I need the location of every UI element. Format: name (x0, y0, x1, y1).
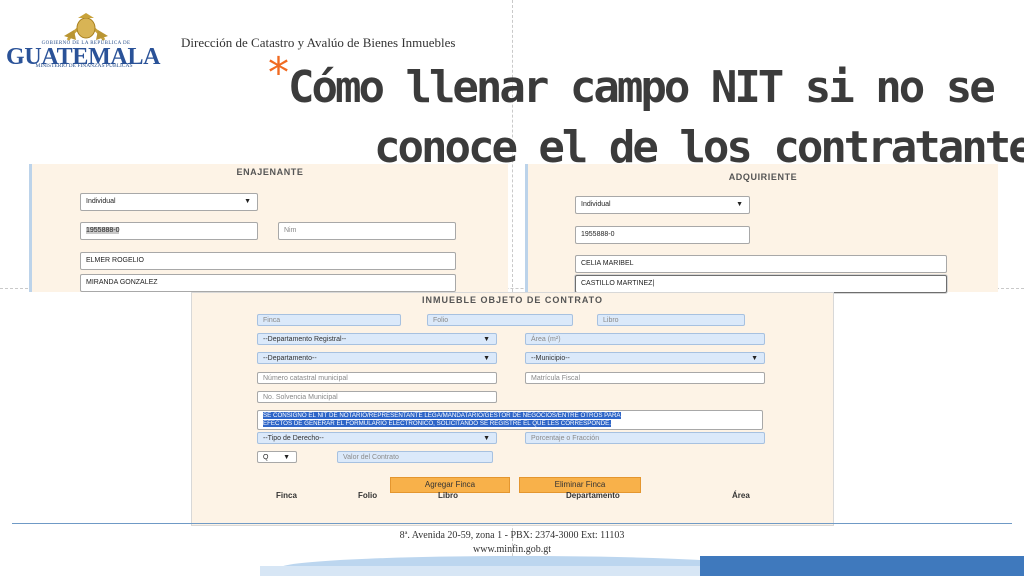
adquiriente-apellidos-value: CASTILLO MARTINEZ (581, 280, 653, 287)
enajenante-nombres-input[interactable]: ELMER ROGELIO (80, 252, 456, 270)
enajenante-apellidos-value: MIRANDA GONZALEZ (86, 279, 158, 286)
adquiriente-nit-input[interactable]: 1955888-0 (575, 226, 750, 244)
chevron-down-icon: ▼ (736, 201, 743, 208)
enajenante-nit-value: 1955888-0 (86, 227, 120, 234)
chevron-down-icon: ▼ (244, 198, 251, 205)
valor-contrato-input[interactable]: Valor del Contrato (337, 451, 493, 463)
column-libro: Libro (438, 491, 458, 500)
moneda-select[interactable]: Q ▼ (257, 451, 297, 463)
inmueble-heading: INMUEBLE OBJETO DE CONTRATO (421, 295, 603, 305)
enajenante-tipo-select[interactable]: Individual ▼ (80, 193, 258, 211)
porcentaje-input[interactable]: Porcentaje o Fracción (525, 432, 765, 444)
matricula-fiscal-placeholder: Matrícula Fiscal (531, 375, 581, 382)
footer-address-block: 8ª. Avenida 20-59, zona 1 - PBX: 2374-30… (0, 529, 1024, 557)
quetzal-emblem-icon (64, 13, 108, 41)
numero-catastral-placeholder: Número catastral municipal (263, 375, 348, 382)
footer-wave-dark (700, 556, 1024, 576)
page-title-line2: conoce el de los contratantes (374, 122, 1024, 173)
solvencia-municipal-placeholder: No. Solvencia Municipal (263, 394, 338, 401)
chevron-down-icon: ▼ (483, 355, 490, 362)
folio-input[interactable]: Folio (427, 314, 573, 326)
adquiriente-nombres-value: CELIA MARIBEL (581, 260, 634, 267)
page-title-line1: Cómo llenar campo NIT si no se (288, 62, 996, 113)
enajenante-nim-input[interactable]: Nim (278, 222, 456, 240)
footer-address: 8ª. Avenida 20-59, zona 1 - PBX: 2374-30… (399, 530, 625, 541)
footer-website: www.minfin.gob.gt (473, 544, 551, 555)
chevron-down-icon: ▼ (483, 336, 490, 343)
enajenante-nombres-value: ELMER ROGELIO (86, 257, 144, 264)
column-finca: Finca (276, 491, 297, 500)
enajenante-tipo-value: Individual (86, 198, 116, 205)
tipo-derecho-select[interactable]: --Tipo de Derecho-- ▼ (257, 432, 497, 444)
direccion-label: Dirección de Catastro y Avalúo de Bienes… (181, 35, 456, 50)
logo-ministerio-text: MINISTERIO DE FINANZAS PÚBLICAS (35, 63, 133, 69)
municipio-select[interactable]: --Municipio-- ▼ (525, 352, 765, 364)
column-area: Área (732, 491, 750, 500)
chevron-down-icon: ▼ (483, 435, 490, 442)
matricula-fiscal-input[interactable]: Matrícula Fiscal (525, 372, 765, 384)
area-placeholder: Área (m²) (531, 336, 561, 343)
porcentaje-placeholder: Porcentaje o Fracción (531, 435, 600, 442)
tipo-derecho-value: --Tipo de Derecho-- (263, 435, 324, 442)
adquiriente-tipo-select[interactable]: Individual ▼ (575, 196, 750, 214)
adquiriente-tipo-value: Individual (581, 201, 611, 208)
title-bullet: * (268, 48, 289, 97)
footer-divider (12, 523, 1012, 524)
numero-catastral-input[interactable]: Número catastral municipal (257, 372, 497, 384)
adquiriente-apellidos-input[interactable]: CASTILLO MARTINEZ| (575, 275, 947, 293)
observaciones-line2: EFECTOS DE GENERAR EL FORMULARIO ELECTRÓ… (263, 420, 611, 427)
valor-contrato-placeholder: Valor del Contrato (343, 454, 399, 461)
chevron-down-icon: ▼ (283, 454, 290, 461)
adquiriente-panel: ADQUIRIENTE Individual ▼ 1955888-0 CELIA… (525, 164, 998, 293)
observaciones-textarea[interactable]: SE CONSIGNO EL NIT DE NOTARIO/REPRESENTA… (257, 410, 763, 430)
libro-placeholder: Libro (603, 317, 619, 324)
observaciones-line1: SE CONSIGNO EL NIT DE NOTARIO/REPRESENTA… (263, 412, 621, 419)
departamento-select[interactable]: --Departamento-- ▼ (257, 352, 497, 364)
municipio-value: --Municipio-- (531, 355, 570, 362)
folio-placeholder: Folio (433, 317, 449, 324)
column-departamento: Departamento (566, 491, 620, 500)
chevron-down-icon: ▼ (751, 355, 758, 362)
finca-placeholder: Finca (263, 317, 281, 324)
departamento-value: --Departamento-- (263, 355, 317, 362)
departamento-registral-select[interactable]: --Departamento Registral-- ▼ (257, 333, 497, 345)
enajenante-nit-input[interactable]: 1955888-0 (80, 222, 258, 240)
enajenante-panel: ENAJENANTE Individual ▼ 1955888-0 Nim EL… (29, 164, 508, 292)
adquiriente-nit-value: 1955888-0 (581, 231, 615, 238)
column-folio: Folio (358, 491, 378, 500)
text-cursor: | (652, 280, 655, 287)
area-input[interactable]: Área (m²) (525, 333, 765, 345)
enajenante-nim-placeholder: Nim (284, 227, 297, 234)
solvencia-municipal-input[interactable]: No. Solvencia Municipal (257, 391, 497, 403)
footer-wave-pale (260, 566, 720, 576)
enajenante-apellidos-input[interactable]: MIRANDA GONZALEZ (80, 274, 456, 292)
adquiriente-nombres-input[interactable]: CELIA MARIBEL (575, 255, 947, 273)
moneda-value: Q (263, 454, 269, 461)
finca-input[interactable]: Finca (257, 314, 401, 326)
libro-input[interactable]: Libro (597, 314, 745, 326)
departamento-registral-value: --Departamento Registral-- (263, 336, 347, 343)
